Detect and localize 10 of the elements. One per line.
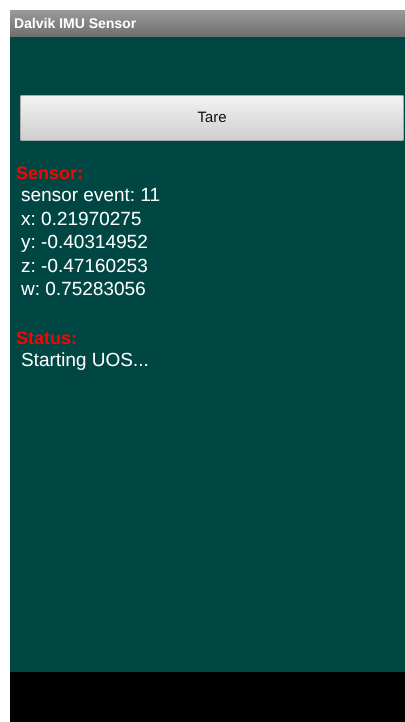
sensor-line: y: -0.40314952 bbox=[21, 231, 149, 254]
sensor-line: x: 0.21970275 bbox=[21, 208, 142, 231]
status-heading: Status: bbox=[16, 326, 78, 348]
tare-button[interactable]: Tare bbox=[20, 95, 404, 141]
window-title: Dalvik IMU Sensor bbox=[10, 10, 405, 37]
sensor-line: sensor event: 11 bbox=[21, 184, 162, 208]
sensor-line: w: 0.75283056 bbox=[21, 278, 147, 302]
sensor-heading: Sensor: bbox=[16, 162, 84, 184]
status-line: Starting UOS... bbox=[21, 348, 150, 372]
sensor-line: z: -0.47160253 bbox=[21, 254, 149, 278]
